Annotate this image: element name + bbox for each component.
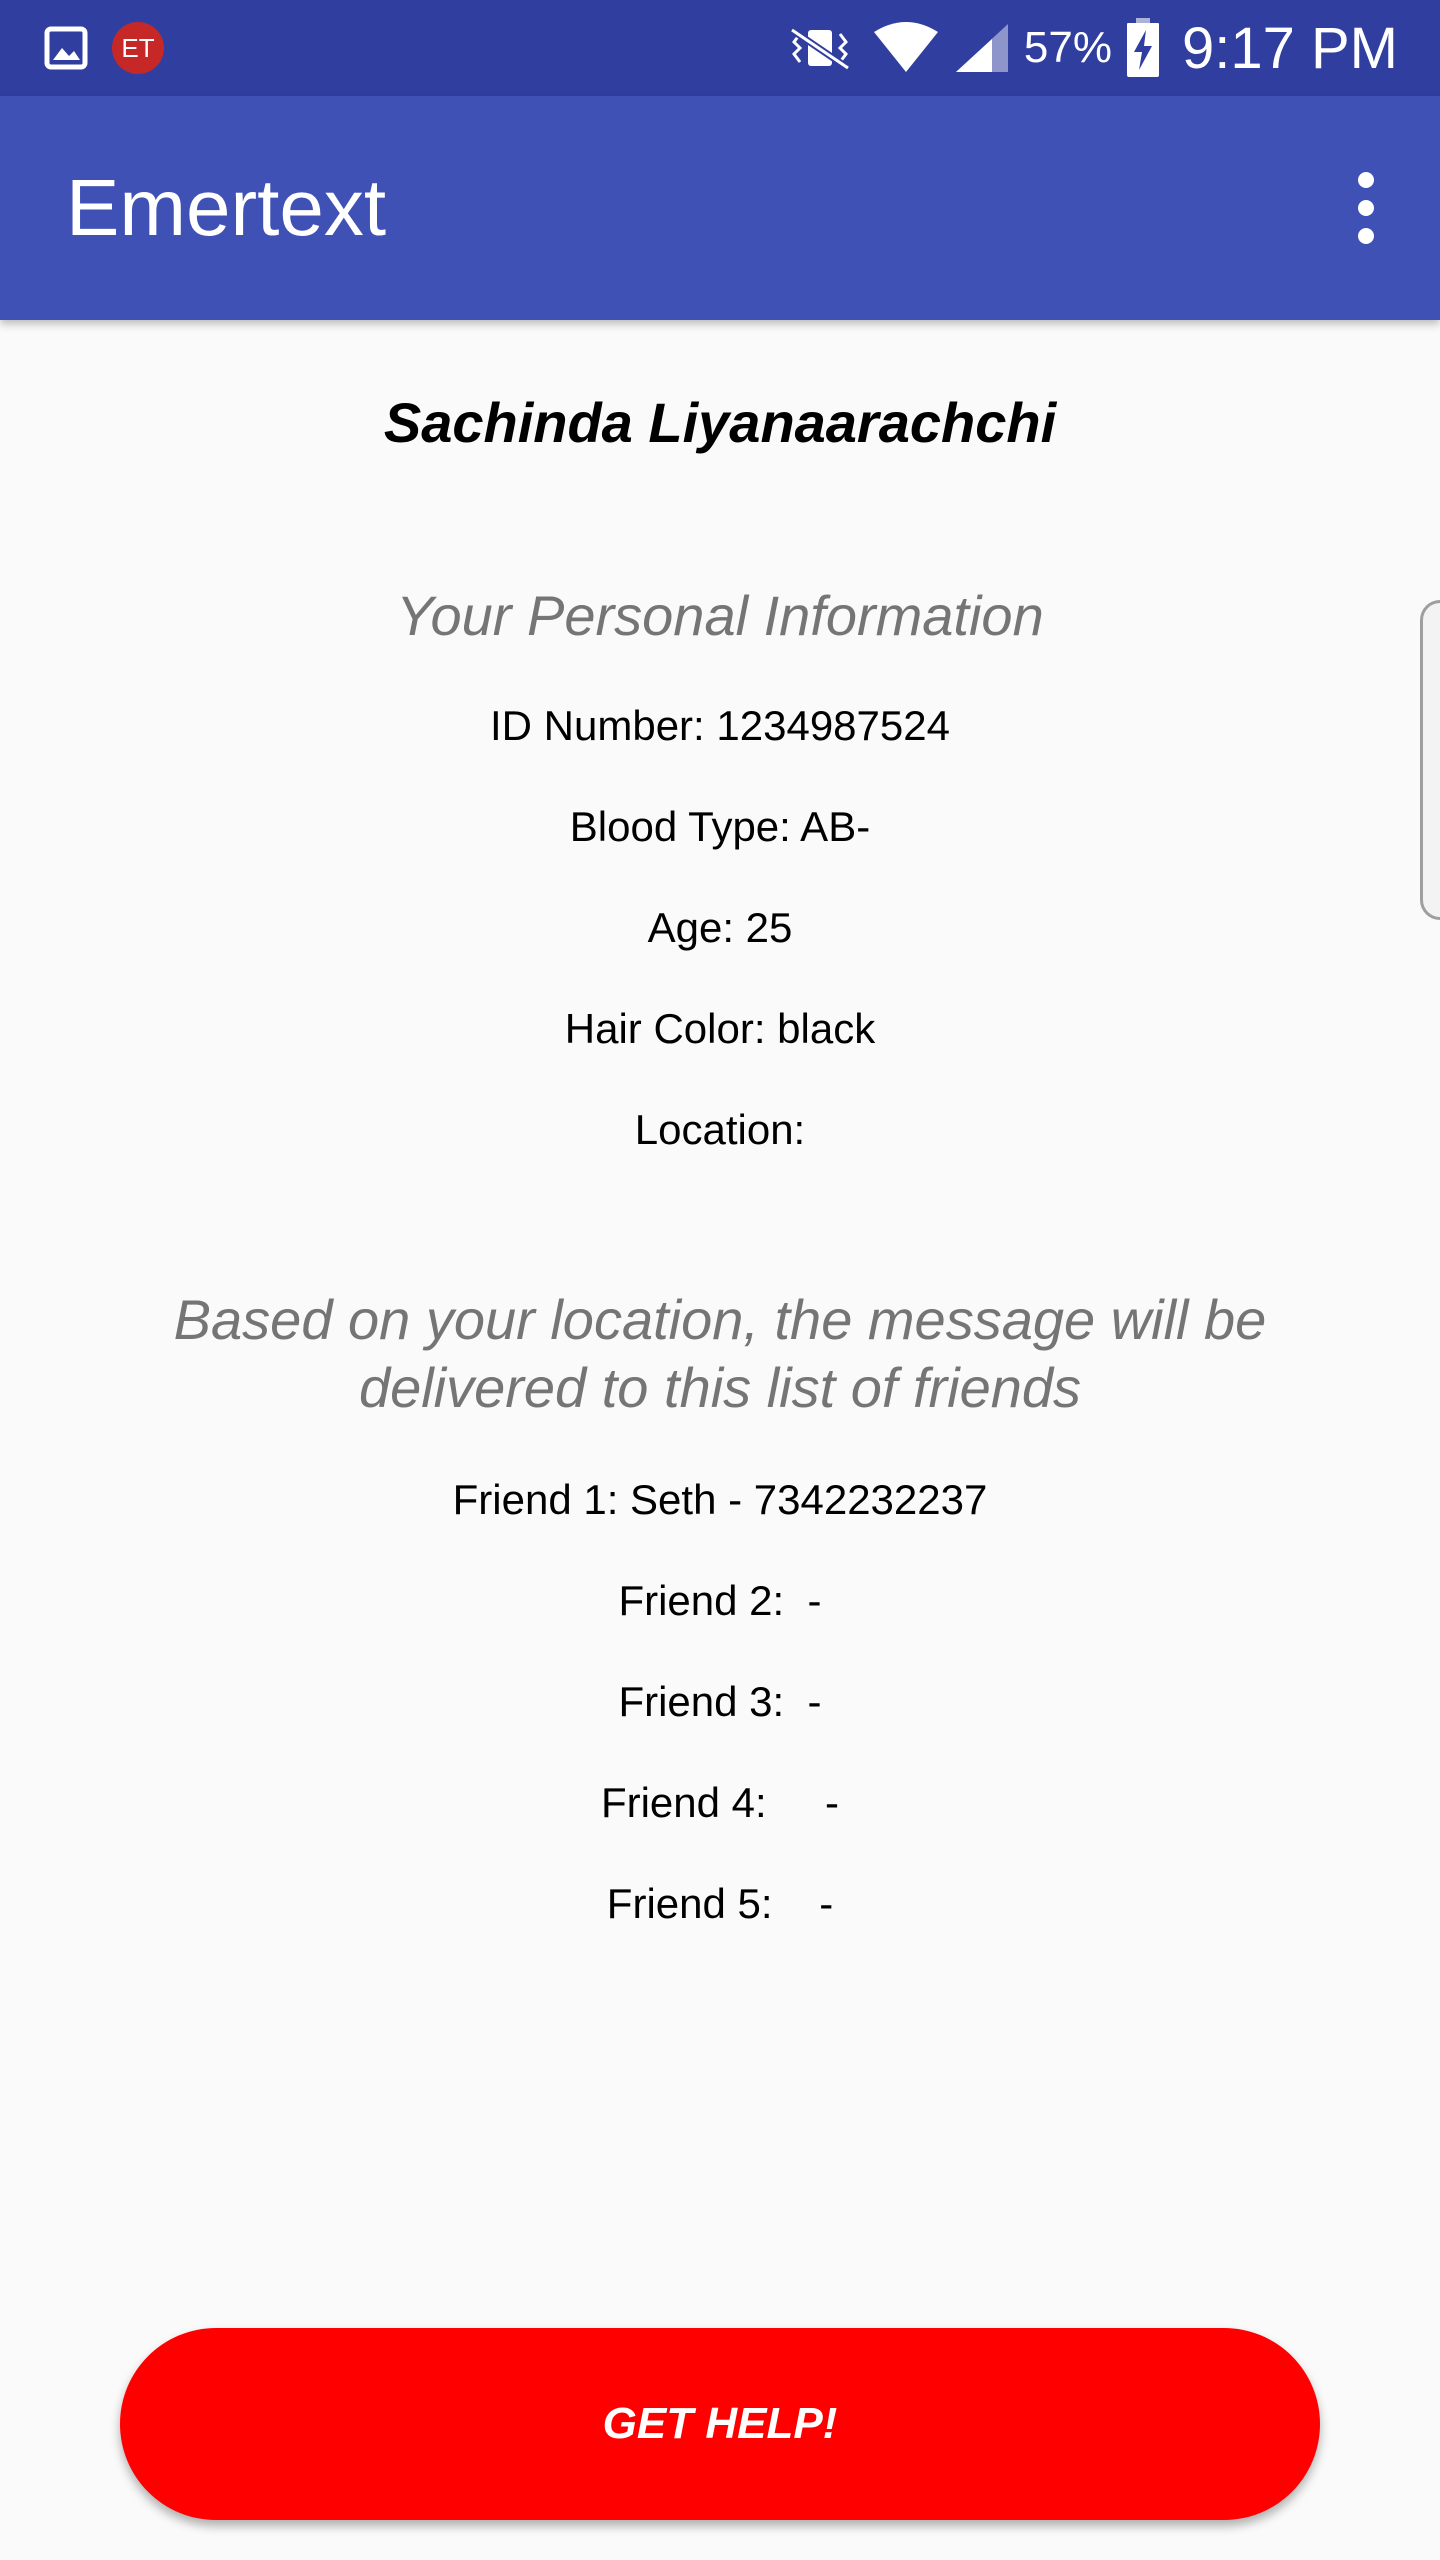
battery-percentage: 57%	[1023, 23, 1112, 72]
location: Location:	[634, 1106, 806, 1153]
friends-heading-line-1: Based on your location, the message will…	[173, 1288, 1267, 1351]
emertext-notification-icon: ET	[112, 22, 164, 74]
age: Age: 25	[647, 904, 793, 951]
friend-item-1: Friend 1: Seth - 7342232237	[452, 1476, 988, 1523]
wifi-icon	[873, 22, 938, 72]
get-help-button[interactable]: GET HELP!	[120, 2328, 1320, 2520]
personal-info-heading: Your Personal Information	[396, 584, 1044, 647]
friend-item-4: Friend 4: -	[600, 1779, 840, 1826]
friends-heading-line-2: delivered to this list of friends	[358, 1356, 1082, 1419]
id-number: ID Number: 1234987524	[490, 702, 950, 749]
clock: 9:17 PM	[1182, 15, 1398, 81]
battery-charging-icon	[1127, 18, 1159, 77]
overflow-menu-icon[interactable]	[1346, 168, 1386, 248]
user-name: Sachinda Liyanaarachchi	[383, 391, 1057, 454]
friend-item-2: Friend 2: -	[618, 1577, 822, 1624]
gallery-icon	[44, 26, 88, 70]
blood-type: Blood Type: AB-	[569, 803, 871, 850]
hair-color: Hair Color: black	[564, 1005, 876, 1052]
friend-item-3: Friend 3: -	[618, 1678, 822, 1725]
app-bar: Emertext	[0, 96, 1440, 320]
app-title: Emertext	[66, 163, 387, 252]
vibrate-icon	[789, 27, 850, 71]
signal-icon	[955, 24, 1008, 72]
status-bar: ET 57% 9:17 PM	[0, 0, 1440, 96]
friend-item-5: Friend 5: -	[606, 1880, 834, 1927]
